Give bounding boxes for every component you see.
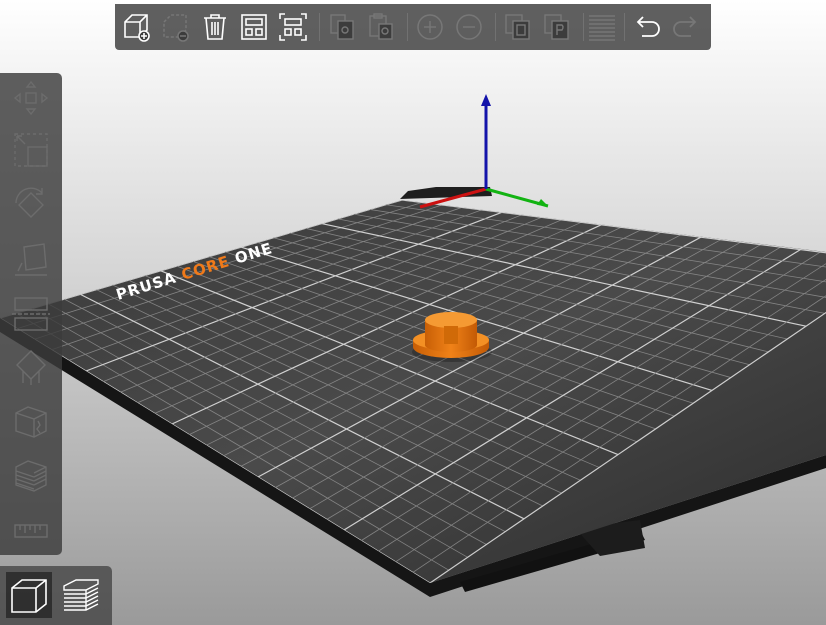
split-to-parts-icon[interactable] [540,10,574,44]
redo-icon[interactable] [669,10,703,44]
arrange-selection-icon[interactable] [276,10,310,44]
delete-all-icon[interactable] [198,10,232,44]
rotate-tool-icon[interactable] [12,185,50,223]
remove-instance-icon[interactable] [452,10,486,44]
top-toolbar [115,4,711,50]
split-to-objects-icon[interactable] [501,10,535,44]
copy-icon[interactable] [325,10,359,44]
left-gizmo-toolbar [0,73,62,555]
object-stem-top [425,312,477,328]
place-on-face-tool-icon[interactable] [12,241,50,279]
preview-layers-icon[interactable] [58,572,104,618]
bed-back-tab [400,187,492,199]
seam-painting-tool-icon[interactable] [12,403,50,441]
move-tool-icon[interactable] [12,79,50,117]
add-instance-icon[interactable] [413,10,447,44]
paste-icon[interactable] [364,10,398,44]
3d-scene-viewport[interactable]: PRUSA CORE ONE [0,0,826,625]
cut-tool-icon[interactable] [12,295,50,333]
measure-tool-icon[interactable] [12,513,50,551]
add-object-icon[interactable] [120,10,154,44]
fuzzy-skin-tool-icon[interactable] [12,457,50,495]
variable-layer-height-icon[interactable] [585,10,619,44]
arrange-icon[interactable] [237,10,271,44]
3d-scene[interactable]: PRUSA CORE ONE [0,0,826,625]
object-notch [444,326,458,344]
view-toggle [0,566,112,625]
undo-icon[interactable] [630,10,664,44]
scale-tool-icon[interactable] [12,131,50,169]
3d-view-icon[interactable] [6,572,52,618]
print-bed [0,200,826,583]
paint-supports-tool-icon[interactable] [12,349,50,387]
z-axis-arrow [481,94,491,106]
delete-object-icon[interactable] [159,10,193,44]
